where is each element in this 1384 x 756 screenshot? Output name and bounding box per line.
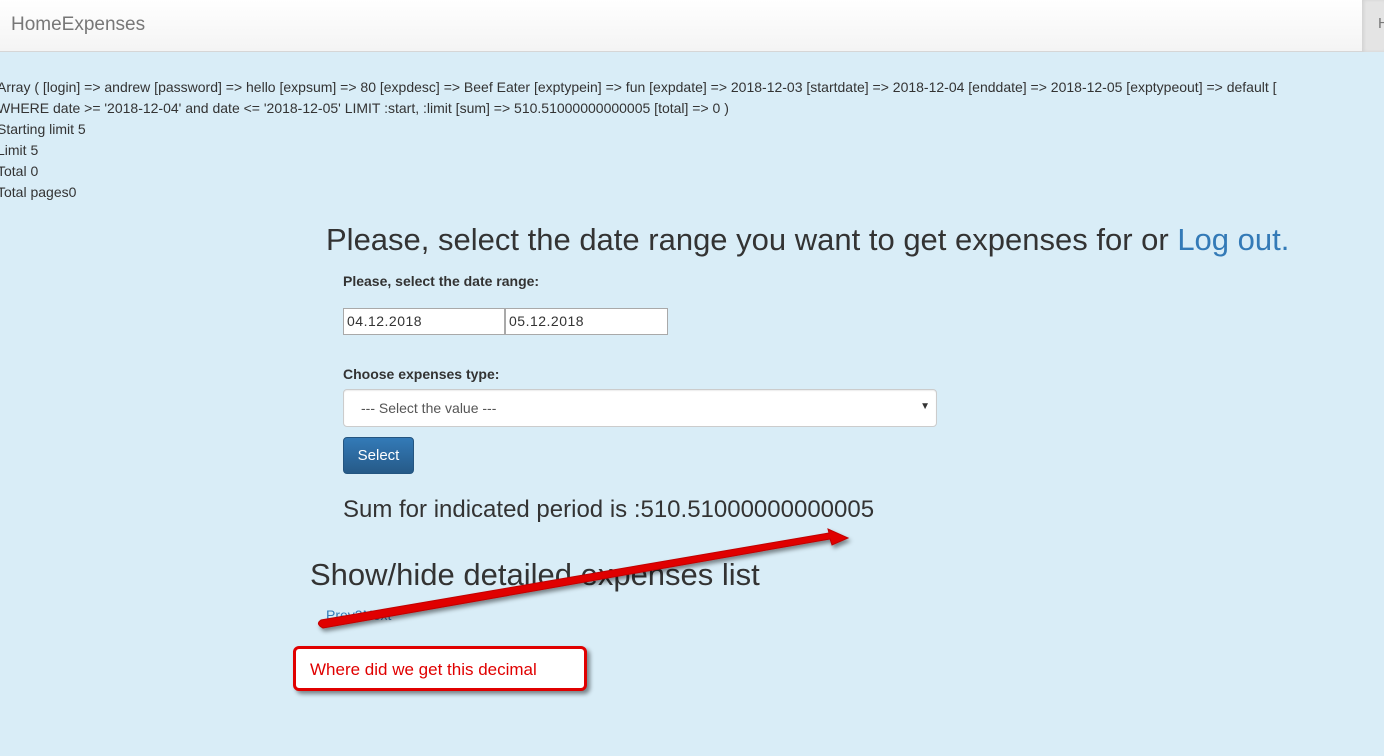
select-button[interactable]: Select (343, 437, 414, 474)
period-sum-text: Sum for indicated period is :510.5100000… (343, 496, 875, 523)
start-date-input[interactable]: 04.12.2018 (343, 308, 505, 335)
expenses-type-selected-value: --- Select the value --- (361, 400, 497, 416)
pagination: Prev2Next (326, 607, 391, 623)
debug-output: Array ( [login] => andrew [password] => … (0, 77, 1384, 203)
navbar-right-item-label: H (1378, 15, 1384, 32)
date-range-label: Please, select the date range: (343, 273, 540, 289)
pagination-next-link[interactable]: Next (363, 607, 392, 623)
debug-line: Array ( [login] => andrew [password] => … (0, 79, 1277, 95)
annotation-callout-text: Where did we get this decimal (310, 660, 537, 679)
debug-line: Total pages0 (0, 184, 77, 200)
page-heading: Please, select the date range you want t… (326, 222, 1289, 258)
expenses-type-label: Choose expenses type: (343, 366, 500, 382)
toggle-expenses-list-heading[interactable]: Show/hide detailed expenses list (310, 557, 760, 593)
navbar-brand[interactable]: HomeExpenses (11, 14, 145, 36)
end-date-input[interactable]: 05.12.2018 (505, 308, 668, 335)
debug-line: Starting limit 5 (0, 121, 86, 137)
chevron-down-icon: ▼ (920, 401, 930, 412)
logout-link[interactable]: Log out. (1177, 222, 1289, 257)
debug-line: WHERE date >= '2018-12-04' and date <= '… (0, 100, 729, 116)
annotation-callout: Where did we get this decimal (293, 646, 587, 691)
pagination-page-link[interactable]: 2 (355, 607, 363, 623)
pagination-prev-link[interactable]: Prev (326, 607, 355, 623)
page-heading-text: Please, select the date range you want t… (326, 222, 1178, 257)
navbar-right-item[interactable]: H (1362, 0, 1384, 52)
debug-line: Limit 5 (0, 142, 39, 158)
navbar: HomeExpenses H (0, 0, 1384, 52)
expenses-type-select[interactable]: --- Select the value --- ▼ (343, 389, 937, 427)
debug-line: Total 0 (0, 163, 39, 179)
